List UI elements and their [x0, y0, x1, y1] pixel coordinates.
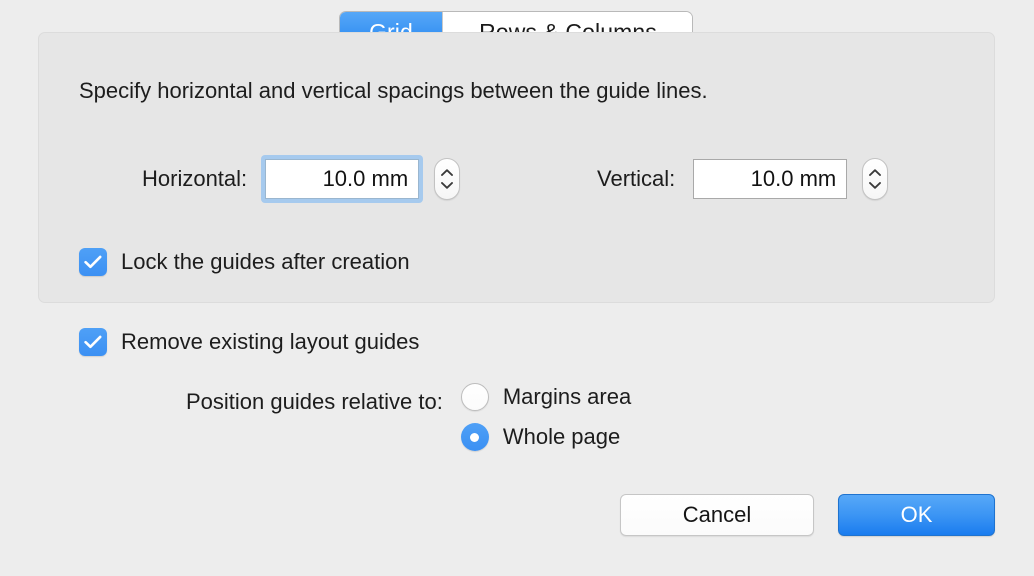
checkmark-icon	[84, 255, 102, 269]
vertical-input[interactable]: 10.0 mm	[693, 159, 848, 199]
radio-margins-area-indicator[interactable]	[460, 383, 489, 411]
chevron-down-icon[interactable]	[441, 182, 454, 189]
checkmark-icon	[84, 335, 102, 349]
remove-guides-label: Remove existing layout guides	[121, 329, 420, 354]
horizontal-spacing-row: Horizontal: 10.0 mm	[142, 155, 461, 203]
cancel-button[interactable]: Cancel	[620, 494, 814, 536]
chevron-up-icon[interactable]	[869, 169, 882, 176]
radio-whole-page[interactable]: Whole page	[460, 422, 631, 452]
horizontal-input-focus-ring: 10.0 mm	[261, 155, 424, 203]
position-guides-section: Position guides relative to: Margins are…	[186, 382, 631, 452]
vertical-spacing-row: Vertical: 10.0 mm	[597, 155, 889, 203]
radio-margins-area-label: Margins area	[502, 384, 632, 409]
lock-guides-row[interactable]: Lock the guides after creation	[79, 248, 410, 276]
vertical-label: Vertical:	[597, 166, 676, 191]
radio-whole-page-label: Whole page	[502, 424, 621, 449]
vertical-stepper[interactable]	[862, 158, 889, 200]
panel-description: Specify horizontal and vertical spacings…	[79, 78, 708, 103]
horizontal-label: Horizontal:	[142, 166, 248, 191]
lock-guides-label: Lock the guides after creation	[121, 249, 410, 274]
horizontal-stepper[interactable]	[434, 158, 461, 200]
remove-guides-row[interactable]: Remove existing layout guides	[79, 328, 419, 356]
horizontal-input[interactable]: 10.0 mm	[265, 159, 420, 199]
position-guides-label: Position guides relative to:	[186, 389, 443, 414]
ok-button[interactable]: OK	[838, 494, 995, 536]
radio-margins-area[interactable]: Margins area	[460, 382, 632, 412]
remove-guides-checkbox[interactable]	[79, 328, 107, 356]
vertical-input-wrap: 10.0 mm	[689, 155, 851, 203]
chevron-up-icon[interactable]	[441, 169, 454, 176]
position-guides-radio-group: Margins area Whole page	[460, 382, 632, 452]
radio-selected-dot	[470, 432, 480, 442]
radio-whole-page-indicator[interactable]	[460, 423, 489, 451]
lock-guides-checkbox[interactable]	[79, 248, 107, 276]
chevron-down-icon[interactable]	[869, 182, 882, 189]
